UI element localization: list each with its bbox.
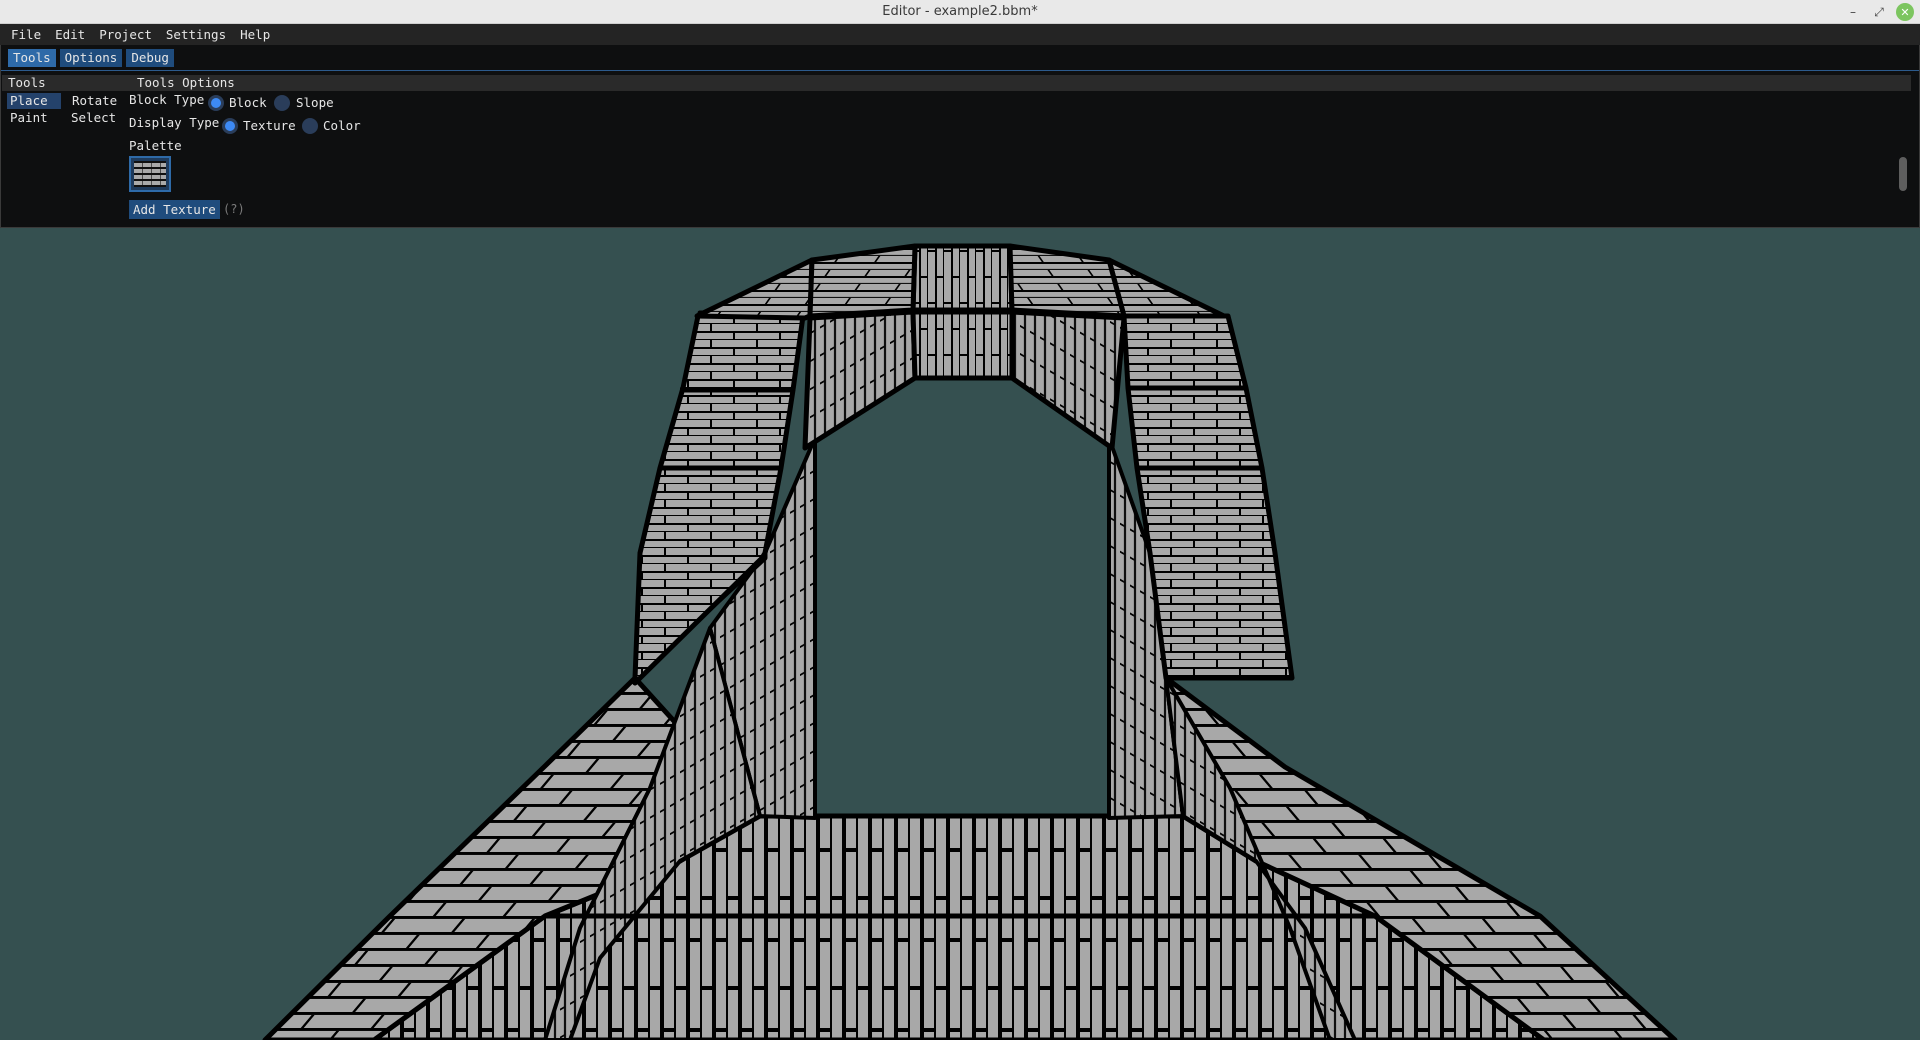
radio-slope-label[interactable]: Slope <box>296 95 334 110</box>
minimize-icon[interactable]: – <box>1844 3 1862 21</box>
radio-texture-label[interactable]: Texture <box>243 118 296 133</box>
tool-paint[interactable]: Paint <box>7 110 48 126</box>
menu-file[interactable]: File <box>4 27 48 42</box>
tool-select[interactable]: Select <box>68 110 116 126</box>
radio-color[interactable] <box>302 118 318 134</box>
menu-edit[interactable]: Edit <box>48 27 92 42</box>
palette-label: Palette <box>129 138 182 153</box>
block-type-label: Block Type <box>129 92 205 107</box>
menu-help[interactable]: Help <box>233 27 277 42</box>
3d-viewport[interactable] <box>0 228 1920 1040</box>
radio-color-label[interactable]: Color <box>323 118 361 133</box>
radio-block[interactable] <box>208 95 224 111</box>
window-title: Editor - example2.bbm* <box>882 4 1038 19</box>
radio-texture[interactable] <box>222 118 238 134</box>
help-hint[interactable]: (?) <box>223 202 245 216</box>
brick-texture-thumbnail <box>134 161 166 187</box>
restore-icon[interactable]: ⤢ <box>1870 3 1888 21</box>
add-texture-button[interactable]: Add Texture <box>129 200 220 219</box>
radio-slope[interactable] <box>274 95 290 111</box>
menu-bar: File Edit Project Settings Help <box>0 24 1920 45</box>
tools-header: Tools <box>2 75 130 91</box>
tool-rotate[interactable]: Rotate <box>69 93 117 109</box>
scrollbar[interactable] <box>1899 157 1907 191</box>
palette-swatch-brick[interactable] <box>129 156 171 192</box>
tools-options-header: Tools Options <box>130 75 1911 91</box>
tools-panel: Tools Options Debug Tools Tools Options … <box>0 45 1920 228</box>
tool-place[interactable]: Place <box>7 93 61 109</box>
title-bar: Editor - example2.bbm* – ⤢ ✕ <box>0 0 1920 24</box>
floor-blocks <box>262 675 1678 1040</box>
tab-bar: Tools Options Debug <box>1 49 1919 71</box>
tab-options[interactable]: Options <box>59 49 123 67</box>
window-controls: – ⤢ ✕ <box>1844 3 1914 21</box>
tab-debug[interactable]: Debug <box>126 49 174 67</box>
radio-block-label[interactable]: Block <box>229 95 267 110</box>
close-icon[interactable]: ✕ <box>1896 3 1914 21</box>
menu-project[interactable]: Project <box>92 27 159 42</box>
scene-render <box>262 243 1678 1040</box>
tab-tools[interactable]: Tools <box>8 49 56 67</box>
menu-settings[interactable]: Settings <box>159 27 233 42</box>
display-type-label: Display Type <box>129 115 220 130</box>
